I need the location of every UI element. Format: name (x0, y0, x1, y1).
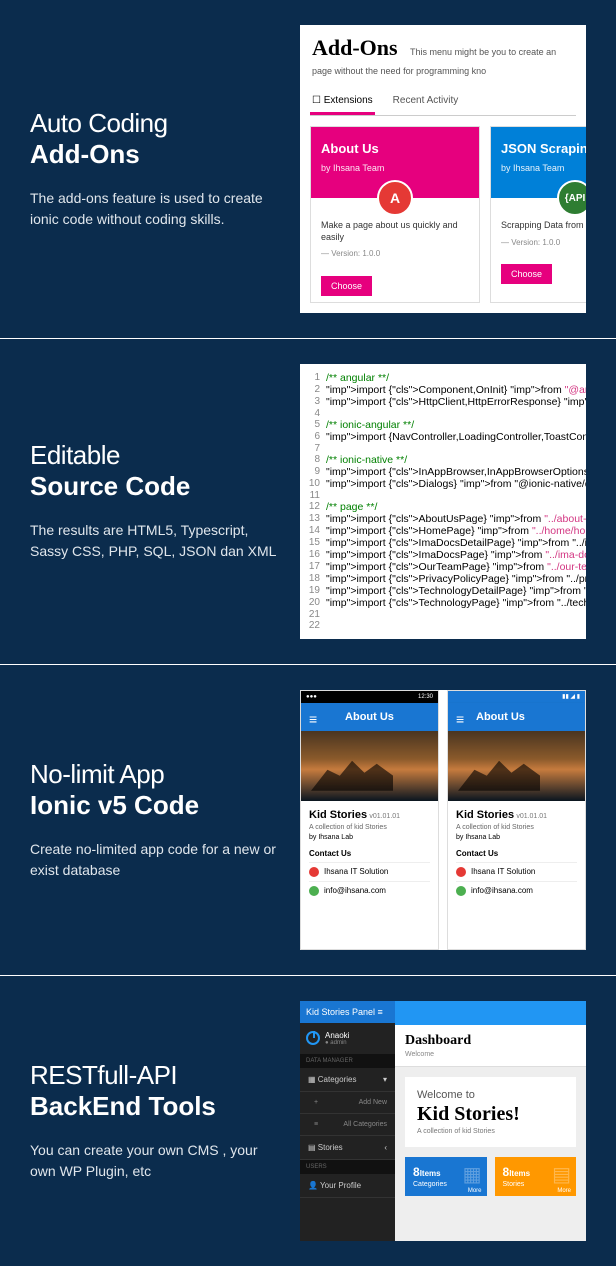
hero-image (448, 731, 585, 801)
choose-button[interactable]: Choose (321, 276, 372, 296)
admin-topbar (395, 1001, 586, 1025)
addons-preview: Add-Ons This menu might be you to create… (300, 25, 586, 313)
sidebar-section: USERS (300, 1160, 395, 1174)
list-icon: ▤ (552, 1162, 571, 1187)
sidebar-section: DATA MANAGER (300, 1054, 395, 1068)
brand: Kid Stories Panel ≡ (300, 1001, 395, 1023)
contact-header: Contact Us (456, 849, 577, 858)
app-author: by Ihsana Lab (456, 834, 577, 841)
admin-preview: Kid Stories Panel ≡ Anaoki● admin DATA M… (300, 1001, 586, 1241)
power-icon (306, 1031, 320, 1045)
addon-card-aboutus: About Us by Ihsana Team A Make a page ab… (310, 126, 480, 303)
welcome-card: Welcome to Kid Stories! A collection of … (405, 1077, 576, 1147)
section-source-code: Editable Source Code The results are HTM… (0, 339, 616, 665)
stat-card-stories[interactable]: 8Items Stories ▤ More (495, 1157, 577, 1196)
contact-icon (309, 867, 319, 877)
contact-item[interactable]: info@ihsana.com (309, 881, 430, 900)
app-bar: ≡About Us (301, 703, 438, 731)
tab-extensions[interactable]: ☐ Extensions (310, 89, 375, 115)
sidebar-item-categories[interactable]: ▦ Categories▾ (300, 1068, 395, 1092)
addons-tabs: ☐ Extensions Recent Activity (310, 89, 576, 116)
card-title: JSON Scraping (501, 141, 586, 156)
tab-recent[interactable]: Recent Activity (391, 89, 461, 115)
phone-preview-ios: ●●●12:30 ≡About Us Kid Stories v01.01.01… (300, 690, 439, 950)
menu-icon[interactable]: ≡ (309, 711, 317, 727)
addons-header: Add-Ons (312, 35, 398, 60)
app-name: Kid Stories (456, 809, 514, 821)
contact-icon (456, 867, 466, 877)
card-desc: Make a page about us quickly and easily (321, 220, 469, 243)
user-block[interactable]: Anaoki● admin (300, 1023, 395, 1054)
card-author: by Ihsana Team (501, 163, 564, 173)
title-bold: Add-Ons (30, 139, 280, 170)
app-name: Kid Stories (309, 809, 367, 821)
phone-preview-android: ▮▮ ◢ ▮ ≡About Us Kid Stories v01.01.01 A… (447, 690, 586, 950)
status-bar: ●●●12:30 (301, 691, 438, 703)
app-subtitle: A collection of kid Stories (456, 824, 577, 831)
card-version: — Version: 1.0.0 (321, 249, 469, 259)
badge-a-icon: A (377, 180, 413, 216)
status-bar: ▮▮ ◢ ▮ (448, 691, 585, 703)
hero-image (301, 731, 438, 801)
badge-api-icon: {API (557, 180, 586, 216)
title-light: RESTfull-API (30, 1060, 280, 1091)
section-backend: RESTfull-API BackEnd Tools You can creat… (0, 976, 616, 1266)
title-bold: BackEnd Tools (30, 1091, 280, 1122)
card-version: — Version: 1.0.0 (501, 238, 586, 248)
app-subtitle: A collection of kid Stories (309, 824, 430, 831)
text-column: Auto Coding Add-Ons The add-ons feature … (30, 25, 280, 313)
title-light: Editable (30, 440, 280, 471)
title-light: Auto Coding (30, 108, 280, 139)
card-author: by Ihsana Team (321, 163, 384, 173)
contact-header: Contact Us (309, 849, 430, 858)
card-desc: Scrapping Data from JSON (501, 220, 586, 232)
code-preview: 1/** angular **/2"imp">import {"cls">Com… (300, 364, 586, 639)
email-icon (309, 886, 319, 896)
sidebar-item-addnew[interactable]: + Add New (300, 1092, 395, 1114)
dashboard-header: DashboardWelcome (395, 1025, 586, 1067)
sidebar-item-profile[interactable]: 👤 Your Profile (300, 1174, 395, 1198)
description: The results are HTML5, Typescript, Sassy… (30, 520, 280, 562)
admin-main: DashboardWelcome Welcome to Kid Stories!… (395, 1001, 586, 1241)
admin-sidebar: Kid Stories Panel ≡ Anaoki● admin DATA M… (300, 1001, 395, 1241)
email-icon (456, 886, 466, 896)
text-column: RESTfull-API BackEnd Tools You can creat… (30, 1001, 280, 1241)
choose-button[interactable]: Choose (501, 264, 552, 284)
stat-card-categories[interactable]: 8Items Categories ▦ More (405, 1157, 487, 1196)
contact-item[interactable]: info@ihsana.com (456, 881, 577, 900)
addon-card-json: JSON Scraping by Ihsana Team {API Scrapp… (490, 126, 586, 303)
contact-item[interactable]: Ihsana IT Solution (309, 862, 430, 881)
menu-icon[interactable]: ≡ (456, 711, 464, 727)
card-title: About Us (321, 141, 469, 156)
description: You can create your own CMS , your own W… (30, 1140, 280, 1182)
chevron-down-icon: ▾ (383, 1075, 387, 1084)
app-author: by Ihsana Lab (309, 834, 430, 841)
text-column: No-limit App Ionic v5 Code Create no-lim… (30, 690, 280, 950)
title-light: No-limit App (30, 759, 280, 790)
description: Create no-limited app code for a new or … (30, 839, 280, 881)
contact-item[interactable]: Ihsana IT Solution (456, 862, 577, 881)
sidebar-item-stories[interactable]: ▤ Stories‹ (300, 1136, 395, 1160)
phones-preview: ●●●12:30 ≡About Us Kid Stories v01.01.01… (300, 690, 586, 950)
title-bold: Source Code (30, 471, 280, 502)
description: The add-ons feature is used to create io… (30, 188, 280, 230)
sidebar-item-allcat[interactable]: ≡ All Categories (300, 1114, 395, 1136)
title-bold: Ionic v5 Code (30, 790, 280, 821)
section-addons: Auto Coding Add-Ons The add-ons feature … (0, 0, 616, 339)
welcome-title: Kid Stories! (417, 1103, 564, 1126)
chevron-left-icon: ‹ (384, 1143, 387, 1152)
section-ionic: No-limit App Ionic v5 Code Create no-lim… (0, 665, 616, 976)
grid-icon: ▦ (463, 1162, 482, 1187)
app-bar: ≡About Us (448, 703, 585, 731)
text-column: Editable Source Code The results are HTM… (30, 364, 280, 639)
